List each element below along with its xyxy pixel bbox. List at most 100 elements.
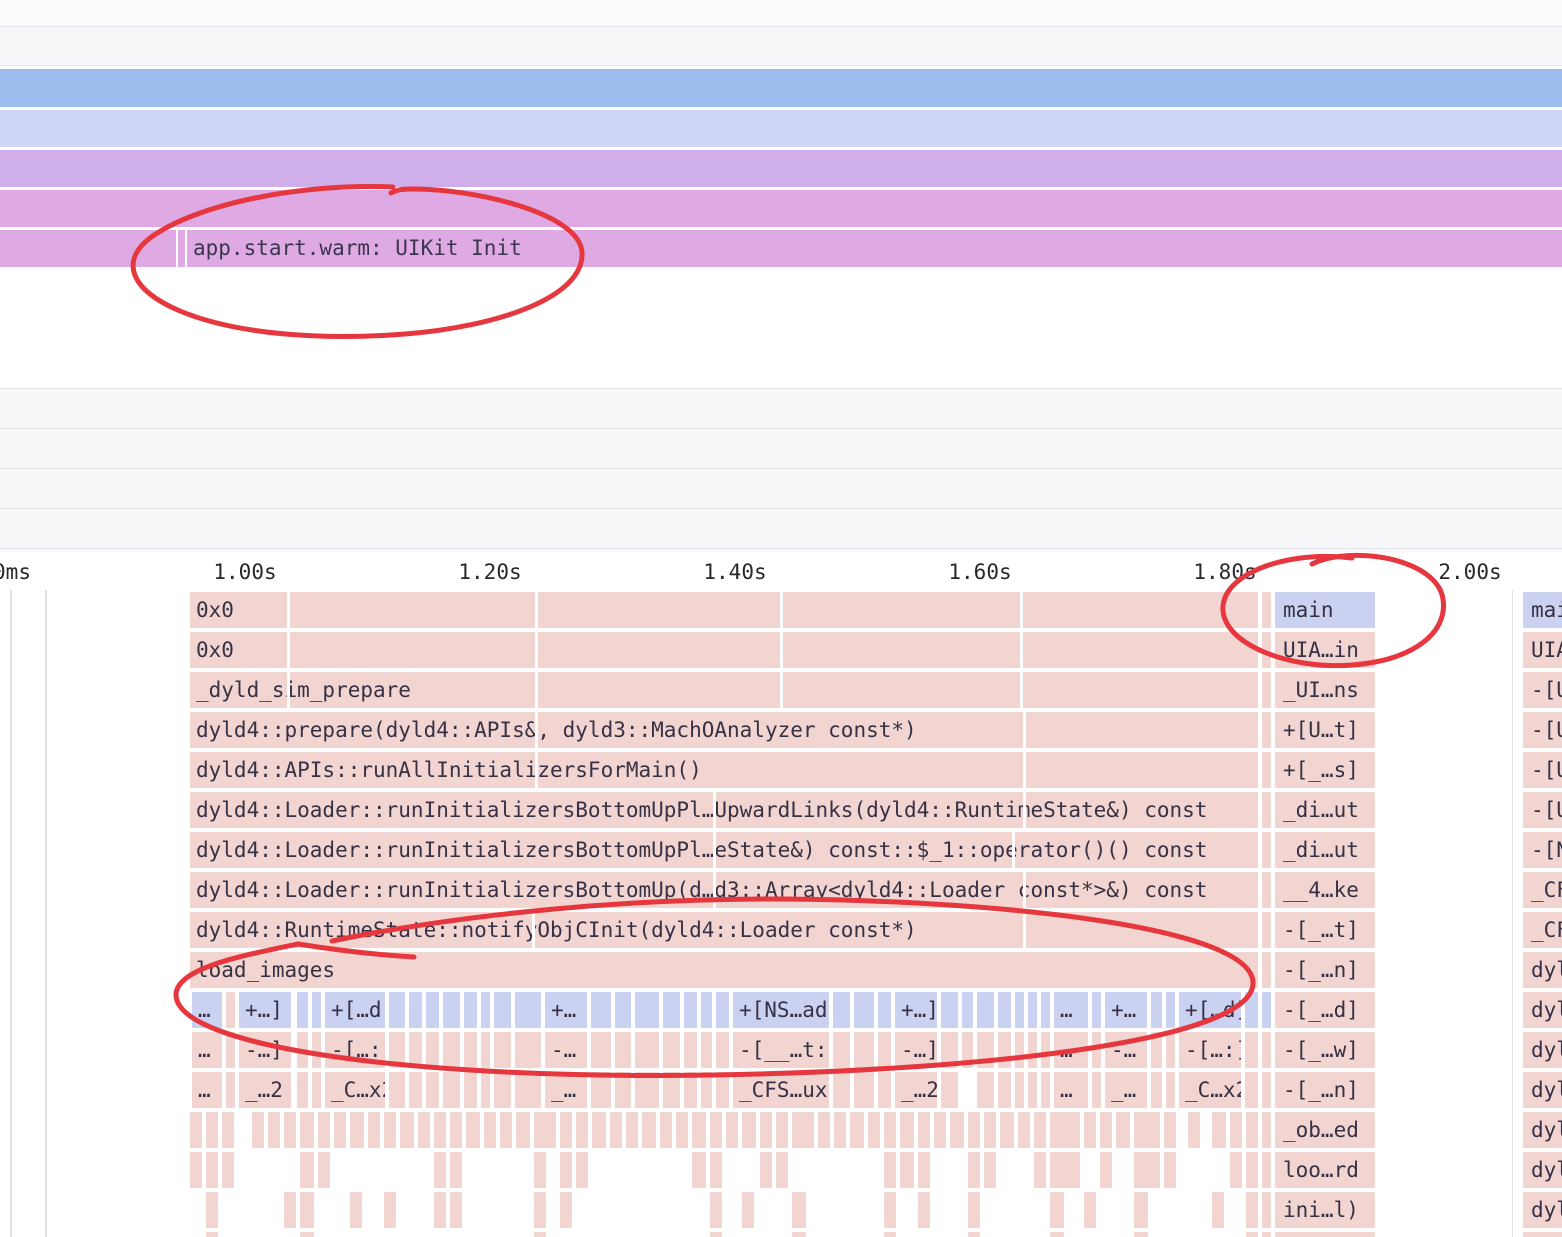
flame-mini-bar[interactable] [434, 1112, 446, 1148]
flame-bar[interactable]: -… [1105, 1032, 1147, 1068]
flame-mini-bar[interactable] [560, 1192, 572, 1228]
stack-bar[interactable]: -[_…n] [1275, 1072, 1375, 1108]
flame-bar[interactable]: _CFS…ux2 [733, 1072, 829, 1108]
flame-mini-bar[interactable] [418, 1112, 430, 1148]
flame-bar[interactable]: … [192, 1072, 222, 1108]
flame-bar[interactable] [591, 1032, 611, 1068]
flame-bar[interactable] [1041, 1032, 1050, 1068]
flame-mini-bar[interactable] [1164, 1152, 1176, 1188]
flame-mini-bar[interactable] [400, 1112, 414, 1148]
flame-bar[interactable]: +… [1105, 992, 1147, 1028]
stack-bar[interactable]: __4…ke [1275, 872, 1375, 908]
stack-bar[interactable]: UIA…in [1275, 632, 1375, 668]
flame-bar[interactable] [854, 992, 874, 1028]
flame-mini-bar[interactable] [300, 1232, 314, 1237]
flame-bar[interactable] [998, 1032, 1011, 1068]
flame-bar[interactable]: -[…:] [325, 1032, 385, 1068]
flame-mini-bar[interactable] [918, 1152, 930, 1188]
flame-bar[interactable] [464, 1072, 477, 1108]
flame-bar[interactable] [998, 992, 1011, 1028]
flame-mini-bar[interactable] [206, 1192, 218, 1228]
flame-bar[interactable] [615, 1032, 631, 1068]
flame-mini-bar[interactable] [560, 1112, 572, 1148]
flame-bar[interactable]: _…2 [895, 1072, 937, 1108]
flame-mini-bar[interactable] [1018, 1112, 1030, 1148]
flame-bar[interactable]: 0x0 [190, 592, 1258, 628]
flame-mini-bar[interactable] [692, 1152, 706, 1188]
flame-bar[interactable] [663, 1032, 680, 1068]
flame-bar[interactable] [1166, 992, 1175, 1028]
flame-mini-bar[interactable] [206, 1152, 218, 1188]
flame-mini-bar[interactable] [1246, 1192, 1258, 1228]
flame-mini-bar[interactable] [516, 1112, 530, 1148]
flame-bar[interactable]: _C…x2 [1179, 1072, 1241, 1108]
flame-mini-bar[interactable] [884, 1152, 896, 1188]
flame-bar[interactable] [1245, 1032, 1258, 1068]
flame-bar[interactable]: +… [545, 992, 587, 1028]
flame-mini-bar[interactable] [1000, 1112, 1014, 1148]
flame-bar[interactable] [701, 1032, 712, 1068]
flame-mini-bar[interactable] [918, 1192, 930, 1228]
flame-bar-sliver[interactable] [1262, 712, 1271, 748]
flame-bar-sliver[interactable] [1262, 992, 1271, 1028]
flame-bar-sliver[interactable] [1262, 1192, 1271, 1228]
stack-bar[interactable]: dyl [1523, 992, 1562, 1028]
flame-bar[interactable] [591, 1072, 611, 1108]
flame-bar[interactable] [962, 1032, 973, 1068]
stack-bar[interactable]: -[_…d] [1275, 992, 1375, 1028]
flame-bar[interactable] [1245, 1072, 1258, 1108]
stack-bar[interactable]: -[_…w] [1275, 1032, 1375, 1068]
flame-mini-bar[interactable] [318, 1112, 330, 1148]
flame-bar[interactable] [297, 992, 308, 1028]
flame-bar[interactable]: _… [545, 1072, 587, 1108]
stack-bar[interactable]: -[U [1523, 712, 1562, 748]
flame-mini-bar[interactable] [1050, 1112, 1080, 1148]
flame-bar[interactable]: _C…x2 [325, 1072, 385, 1108]
flame-bar[interactable]: … [192, 992, 222, 1028]
flame-bar[interactable] [464, 992, 477, 1028]
flame-bar[interactable] [494, 992, 511, 1028]
flame-bar[interactable]: … [192, 1032, 222, 1068]
stack-bar[interactable]: UIA [1523, 632, 1562, 668]
flame-bar[interactable]: _… [1105, 1072, 1147, 1108]
stack-bar[interactable]: +[U…t] [1275, 712, 1375, 748]
flame-mini-bar[interactable] [1034, 1152, 1046, 1188]
flame-mini-bar[interactable] [484, 1112, 496, 1148]
flame-mini-bar[interactable] [818, 1112, 830, 1148]
flame-mini-bar[interactable] [1212, 1192, 1224, 1228]
flame-mini-bar[interactable] [776, 1112, 788, 1148]
flame-bar-sliver[interactable] [1262, 1232, 1271, 1237]
flame-mini-bar[interactable] [450, 1112, 462, 1148]
flame-mini-bar[interactable] [1100, 1152, 1112, 1188]
flame-mini-bar[interactable] [534, 1192, 546, 1228]
stack-bar[interactable]: dyl [1523, 1112, 1562, 1148]
flame-mini-bar[interactable] [268, 1112, 280, 1148]
flame-mini-bar[interactable] [984, 1112, 996, 1148]
flame-mini-bar[interactable] [1246, 1232, 1258, 1237]
flame-bar[interactable] [312, 992, 321, 1028]
flame-mini-bar[interactable] [900, 1112, 914, 1148]
flame-bar[interactable]: … [1054, 992, 1088, 1028]
flame-mini-bar[interactable] [350, 1192, 362, 1228]
flame-mini-bar[interactable] [834, 1112, 846, 1148]
flame-mini-bar[interactable] [222, 1112, 234, 1148]
flame-bar[interactable]: +[…d] [325, 992, 385, 1028]
flame-bar[interactable] [1092, 1072, 1101, 1108]
flame-mini-bar[interactable] [1246, 1112, 1258, 1148]
flame-bar[interactable]: +[NS…ad] [733, 992, 829, 1028]
flame-bar[interactable] [833, 1072, 850, 1108]
flame-bar-sliver[interactable] [1262, 752, 1271, 788]
flame-mini-bar[interactable] [868, 1112, 880, 1148]
flame-bar[interactable] [409, 992, 422, 1028]
flame-bar[interactable] [878, 1032, 891, 1068]
flame-mini-bar[interactable] [850, 1112, 864, 1148]
flame-mini-bar[interactable] [626, 1112, 638, 1148]
flame-bar[interactable]: dyld4::APIs::runAllInitializersForMain() [190, 752, 1258, 788]
flame-mini-bar[interactable] [300, 1152, 314, 1188]
flame-bar[interactable] [409, 1032, 422, 1068]
flame-bar[interactable] [1151, 1032, 1162, 1068]
flame-bar[interactable] [833, 1032, 850, 1068]
flame-bar[interactable]: dyld4::Loader::runInitializersBottomUpPl… [190, 792, 1258, 828]
flame-mini-bar[interactable] [760, 1112, 772, 1148]
flame-bar[interactable] [591, 992, 611, 1028]
